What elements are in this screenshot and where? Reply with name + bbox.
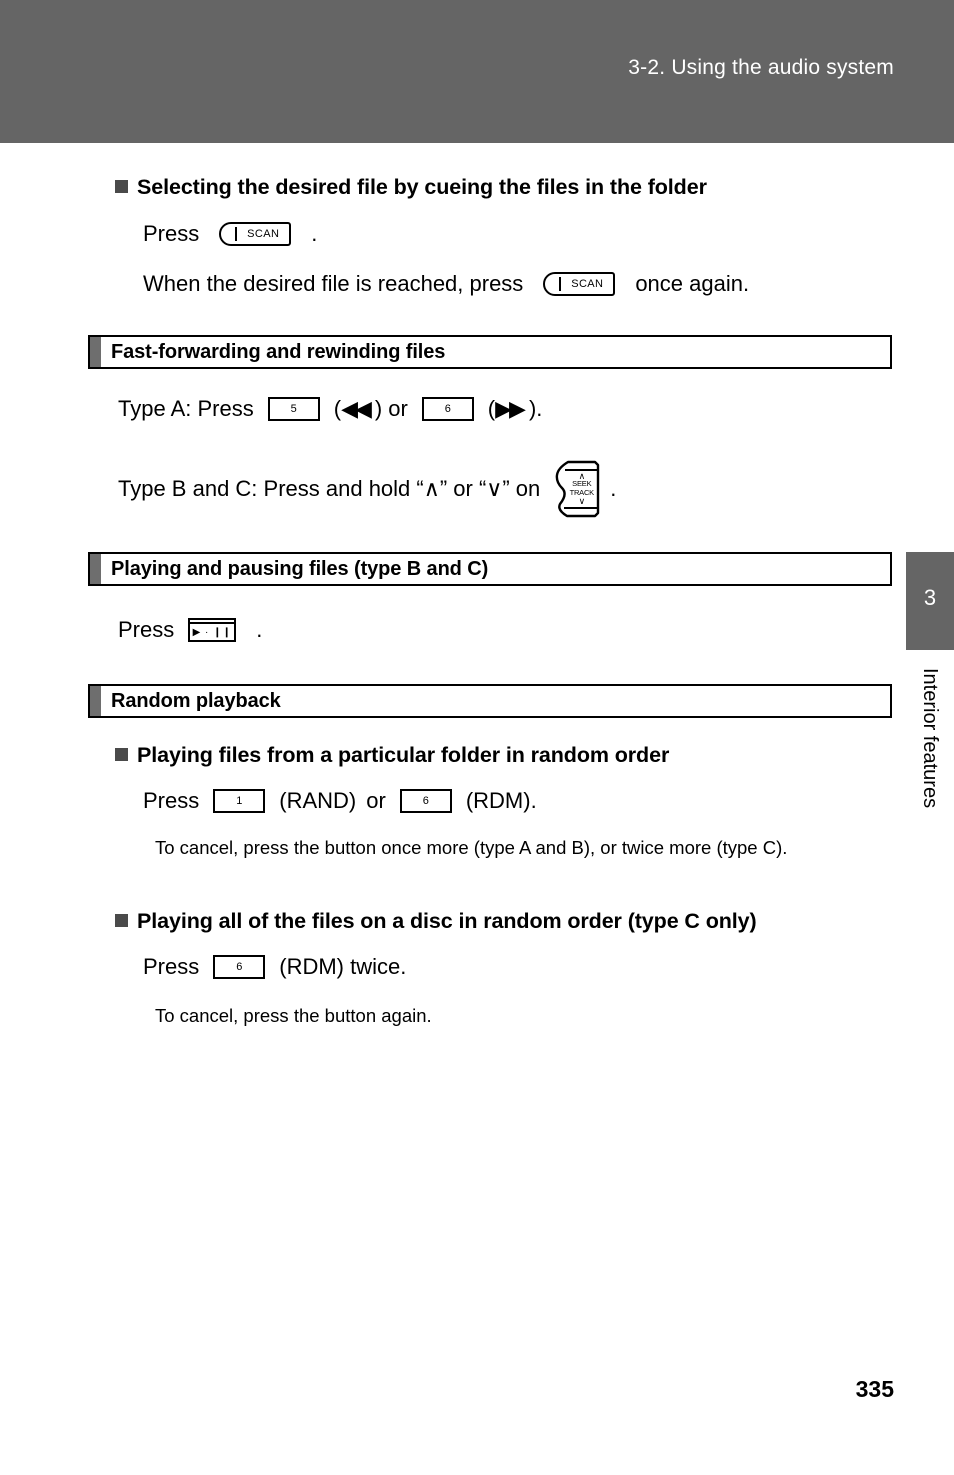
section-accent xyxy=(90,337,101,367)
press-label: Press xyxy=(143,788,200,813)
press-label: Press xyxy=(118,617,175,642)
paren-close-1: ) xyxy=(374,396,383,421)
fast-forward-icon: ▶▶ xyxy=(495,396,526,421)
cueing-heading-text: Selecting the desired file by cueing the… xyxy=(137,175,707,199)
section-title-play-pause: Playing and pausing files (type B and C) xyxy=(111,557,489,580)
chapter-tab: 3 xyxy=(906,552,954,650)
page-header-title: 3-2. Using the audio system xyxy=(628,56,894,79)
random-disc-heading-text: Playing all of the files on a disc in ra… xyxy=(137,909,757,933)
press-period: . xyxy=(256,617,263,642)
play-pause-icon: ▶ · ❙❙ xyxy=(192,626,232,638)
random-folder-heading-text: Playing files from a particular folder i… xyxy=(137,743,670,767)
random-disc-heading: Playing all of the files on a disc in ra… xyxy=(115,909,890,934)
page-header-band: 3-2. Using the audio system xyxy=(0,0,954,143)
play-pause-press-line: Press ▶ · ❙❙ . xyxy=(118,617,262,643)
bullet-square-icon xyxy=(115,180,128,193)
section-bar-random-playback: Random playback xyxy=(88,684,892,718)
section-title-fast-forwarding: Fast-forwarding and rewinding files xyxy=(111,340,446,363)
page-number: 335 xyxy=(855,1376,894,1402)
rdm-caption: (RDM). xyxy=(465,788,537,813)
type-bc-period: . xyxy=(610,476,617,501)
numbered-button-1[interactable]: 1 xyxy=(213,789,266,813)
paren-open-1: ( xyxy=(333,396,342,421)
section-bar-fast-forwarding: Fast-forwarding and rewinding files xyxy=(88,335,892,369)
random-or: or xyxy=(366,788,386,813)
random-folder-block: Playing files from a particular folder i… xyxy=(115,743,890,862)
numbered-button-6[interactable]: 6 xyxy=(213,955,266,979)
random-folder-note: To cancel, press the button once more (t… xyxy=(155,837,788,858)
cueing-press-line: Press SCAN . xyxy=(143,221,905,247)
cueing-block: Selecting the desired file by cueing the… xyxy=(115,175,905,297)
press-label: Press xyxy=(143,954,200,979)
random-disc-press-line: Press 6 (RDM) twice. xyxy=(143,954,890,980)
numbered-button-5[interactable]: 5 xyxy=(267,397,320,421)
scan-button[interactable]: SCAN xyxy=(219,222,292,246)
numbered-button-6[interactable]: 6 xyxy=(399,789,452,813)
section-accent xyxy=(90,554,101,584)
numbered-button-label: 6 xyxy=(422,795,429,807)
seek-down-caret-icon: ∨ xyxy=(578,496,586,507)
rewind-icon: ◀◀ xyxy=(341,396,372,421)
type-a-line: Type A: Press 5 ( ◀◀ ) or 6 ( ▶▶ ). xyxy=(118,396,542,422)
cueing-heading: Selecting the desired file by cueing the… xyxy=(115,175,905,200)
bullet-square-icon xyxy=(115,914,128,927)
numbered-button-label: 5 xyxy=(290,403,297,415)
paren-open-2: ( xyxy=(487,396,496,421)
rand-caption: (RAND) xyxy=(279,788,357,813)
random-folder-press-line: Press 1 (RAND) or 6 (RDM). xyxy=(143,788,890,814)
section-bar-play-pause: Playing and pausing files (type B and C) xyxy=(88,552,892,586)
numbered-button-label: 6 xyxy=(444,403,451,415)
type-a-or: or xyxy=(388,396,408,421)
paren-close-2: ). xyxy=(528,396,543,421)
random-folder-heading: Playing files from a particular folder i… xyxy=(115,743,890,768)
scan-button-label: SCAN xyxy=(247,227,280,240)
type-a-prefix: Type A: Press xyxy=(118,396,254,421)
press-period: . xyxy=(311,221,318,246)
cueing-second-line: When the desired file is reached, press … xyxy=(143,271,905,297)
chapter-tab-label: Interior features xyxy=(919,668,941,809)
scan-button-divider xyxy=(235,227,238,241)
numbered-button-label: 1 xyxy=(236,795,243,807)
section-title-random-playback: Random playback xyxy=(111,689,281,712)
numbered-button-6[interactable]: 6 xyxy=(421,397,474,421)
random-disc-note: To cancel, press the button again. xyxy=(155,1005,432,1026)
play-pause-button[interactable]: ▶ · ❙❙ xyxy=(188,618,237,642)
rdm-twice-caption: (RDM) twice. xyxy=(279,954,407,979)
play-pause-button-topline xyxy=(190,622,235,624)
chapter-tab-number: 3 xyxy=(923,585,937,610)
scan-button-divider xyxy=(559,277,562,291)
type-bc-prefix: Type B and C: Press and hold “∧” or “∨” … xyxy=(118,476,541,501)
random-disc-block: Playing all of the files on a disc in ra… xyxy=(115,909,890,1030)
seek-track-button[interactable]: ∧ SEEK TRACK ∨ xyxy=(554,460,600,518)
press-label: Press xyxy=(143,221,200,246)
bullet-square-icon xyxy=(115,748,128,761)
cueing-second-prefix: When the desired file is reached, press xyxy=(143,271,524,296)
scan-button-label: SCAN xyxy=(571,277,604,290)
section-accent xyxy=(90,686,101,716)
numbered-button-label: 6 xyxy=(236,961,243,973)
cueing-second-suffix: once again. xyxy=(635,271,750,296)
scan-button-2[interactable]: SCAN xyxy=(543,272,616,296)
seek-track-label: ∧ SEEK TRACK ∨ xyxy=(565,471,598,507)
type-bc-line: Type B and C: Press and hold “∧” or “∨” … xyxy=(118,460,616,518)
